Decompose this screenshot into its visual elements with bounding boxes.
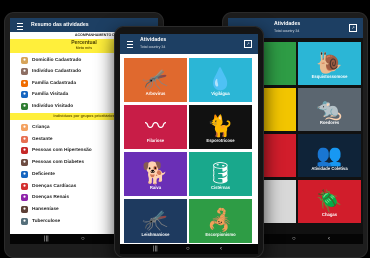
summary-row-label: Indivíduo Cadastrado bbox=[32, 69, 82, 75]
left-title: Resumo das atividades bbox=[31, 22, 89, 28]
activity-tile-label: Chagas bbox=[321, 212, 338, 217]
center-title: Atividades bbox=[140, 37, 167, 43]
snail-icon: 🐌 bbox=[316, 52, 343, 75]
family-visit-icon: ● bbox=[21, 91, 28, 99]
activity-tile-label: Arbovirus bbox=[145, 91, 166, 96]
activity-tile[interactable]: 💧 Vigilágua bbox=[189, 58, 252, 102]
share-icon[interactable]: ↗ bbox=[349, 24, 357, 32]
group-row-label: Pessoas com Hipertensão bbox=[32, 148, 92, 154]
activity-tile[interactable]: 🦟 Leishmaniose bbox=[124, 199, 187, 243]
recents-icon[interactable]: ||| bbox=[44, 236, 49, 242]
mosquito-icon: 🦟 bbox=[142, 68, 169, 91]
right-home-icon[interactable]: ○ bbox=[292, 236, 296, 242]
center-menu-icon[interactable] bbox=[127, 41, 133, 48]
summary-row-label: Família Cadastrada bbox=[32, 80, 76, 86]
activity-tile-label: Cistérnas bbox=[210, 185, 231, 190]
heart-pressure-icon: ● bbox=[21, 147, 28, 155]
pregnant-icon: ● bbox=[21, 135, 28, 143]
diabetes-icon: ● bbox=[21, 159, 28, 167]
activity-tile[interactable]: 🐀 Roedores bbox=[298, 88, 361, 131]
activity-tile-label: Esporotricose bbox=[206, 138, 235, 143]
kidney-icon: ● bbox=[21, 194, 28, 202]
wheelchair-icon: ● bbox=[21, 170, 28, 178]
group-icon: 👥 bbox=[316, 144, 343, 167]
worm-icon: 〰 bbox=[145, 115, 166, 138]
cat-dog-icon: 🐈 bbox=[207, 115, 234, 138]
activity-tile-label: Roedores bbox=[319, 120, 340, 125]
activity-tile-label: Vigilágua bbox=[211, 91, 230, 96]
home-icon[interactable]: ○ bbox=[81, 236, 85, 242]
center-subtitle: Total country 34 bbox=[140, 45, 166, 49]
group-row-label: Doenças Cardíacas bbox=[32, 183, 77, 189]
summary-row-label: Indivíduo Visitado bbox=[32, 103, 74, 109]
center-back-icon[interactable]: ‹ bbox=[220, 246, 222, 252]
rat-icon: 🐀 bbox=[316, 98, 343, 121]
activity-tile[interactable]: 🦂 Escorpionismo bbox=[189, 199, 252, 243]
right-back-icon[interactable]: ‹ bbox=[328, 236, 330, 242]
center-nav-bar: ||| ○ ‹ bbox=[120, 244, 258, 254]
water-drop-icon: 💧 bbox=[207, 68, 234, 91]
right-subtitle: Total country 34 bbox=[274, 29, 300, 33]
activity-tile-label: Raiva bbox=[149, 185, 162, 190]
person-icon: ● bbox=[21, 68, 28, 76]
activity-tile-label: Escorpionismo bbox=[205, 232, 236, 237]
center-screen: Atividades Total country 34 ↗ 🦟 Arbovirus… bbox=[120, 34, 258, 254]
center-share-icon[interactable]: ↗ bbox=[244, 40, 252, 48]
activity-tile[interactable]: 🦟 Arbovirus bbox=[124, 58, 187, 102]
activity-tile[interactable]: 🐈 Esporotricose bbox=[189, 105, 252, 149]
group-row-label: Hanseníase bbox=[32, 206, 59, 212]
summary-row-label: Domicílio Cadastrado bbox=[32, 58, 82, 63]
dog-icon: 🐕 bbox=[142, 162, 169, 185]
summary-row-label: Família Visitada bbox=[32, 92, 69, 98]
center-recents-icon[interactable]: ||| bbox=[153, 246, 158, 252]
center-app-bar: Atividades Total country 34 ↗ bbox=[120, 34, 258, 54]
group-row-label: Deficiente bbox=[32, 171, 55, 177]
cistern-icon: 🛢 bbox=[207, 162, 234, 185]
activity-tile[interactable]: 🪲 Chagas bbox=[298, 180, 361, 223]
activity-tile[interactable]: 🐌 Esquistossomose bbox=[298, 42, 361, 85]
activity-tile[interactable]: 🛢 Cistérnas bbox=[189, 152, 252, 196]
group-row-label: Tuberculose bbox=[32, 218, 61, 224]
family-icon: ● bbox=[21, 79, 28, 87]
hand-icon: ● bbox=[21, 205, 28, 213]
activity-tile[interactable]: 〰 Filariose bbox=[124, 105, 187, 149]
activity-tile-label: Esquistossomose bbox=[311, 74, 348, 79]
bug-icon: 🪲 bbox=[316, 190, 343, 213]
activity-tile[interactable]: 🐕 Raiva bbox=[124, 152, 187, 196]
menu-icon[interactable] bbox=[17, 23, 23, 30]
sandfly-icon: 🦟 bbox=[142, 209, 169, 232]
center-home-icon[interactable]: ○ bbox=[186, 246, 190, 252]
activity-tile-label: Filariose bbox=[146, 138, 165, 143]
center-tablet: Atividades Total country 34 ↗ 🦟 Arbovirus… bbox=[114, 26, 264, 258]
group-row-label: Doenças Renais bbox=[32, 195, 70, 201]
activity-tile[interactable]: 👥 Atividade Coletiva bbox=[298, 134, 361, 177]
group-row-label: Pessoas com Diabetes bbox=[32, 160, 84, 166]
scorpion-icon: 🦂 bbox=[207, 209, 234, 232]
activity-tile-label: Leishmaniose bbox=[141, 232, 170, 237]
lungs-icon: ● bbox=[21, 217, 28, 225]
group-row-label: Gestante bbox=[32, 136, 53, 142]
house-icon: ● bbox=[21, 57, 28, 64]
group-row-label: Criança bbox=[32, 125, 50, 130]
person-visit-icon: ● bbox=[21, 102, 28, 110]
activity-tile-label: Atividade Coletiva bbox=[311, 166, 348, 171]
heart-icon: ● bbox=[21, 182, 28, 190]
right-title: Atividades bbox=[274, 21, 301, 27]
child-icon: ● bbox=[21, 124, 28, 131]
